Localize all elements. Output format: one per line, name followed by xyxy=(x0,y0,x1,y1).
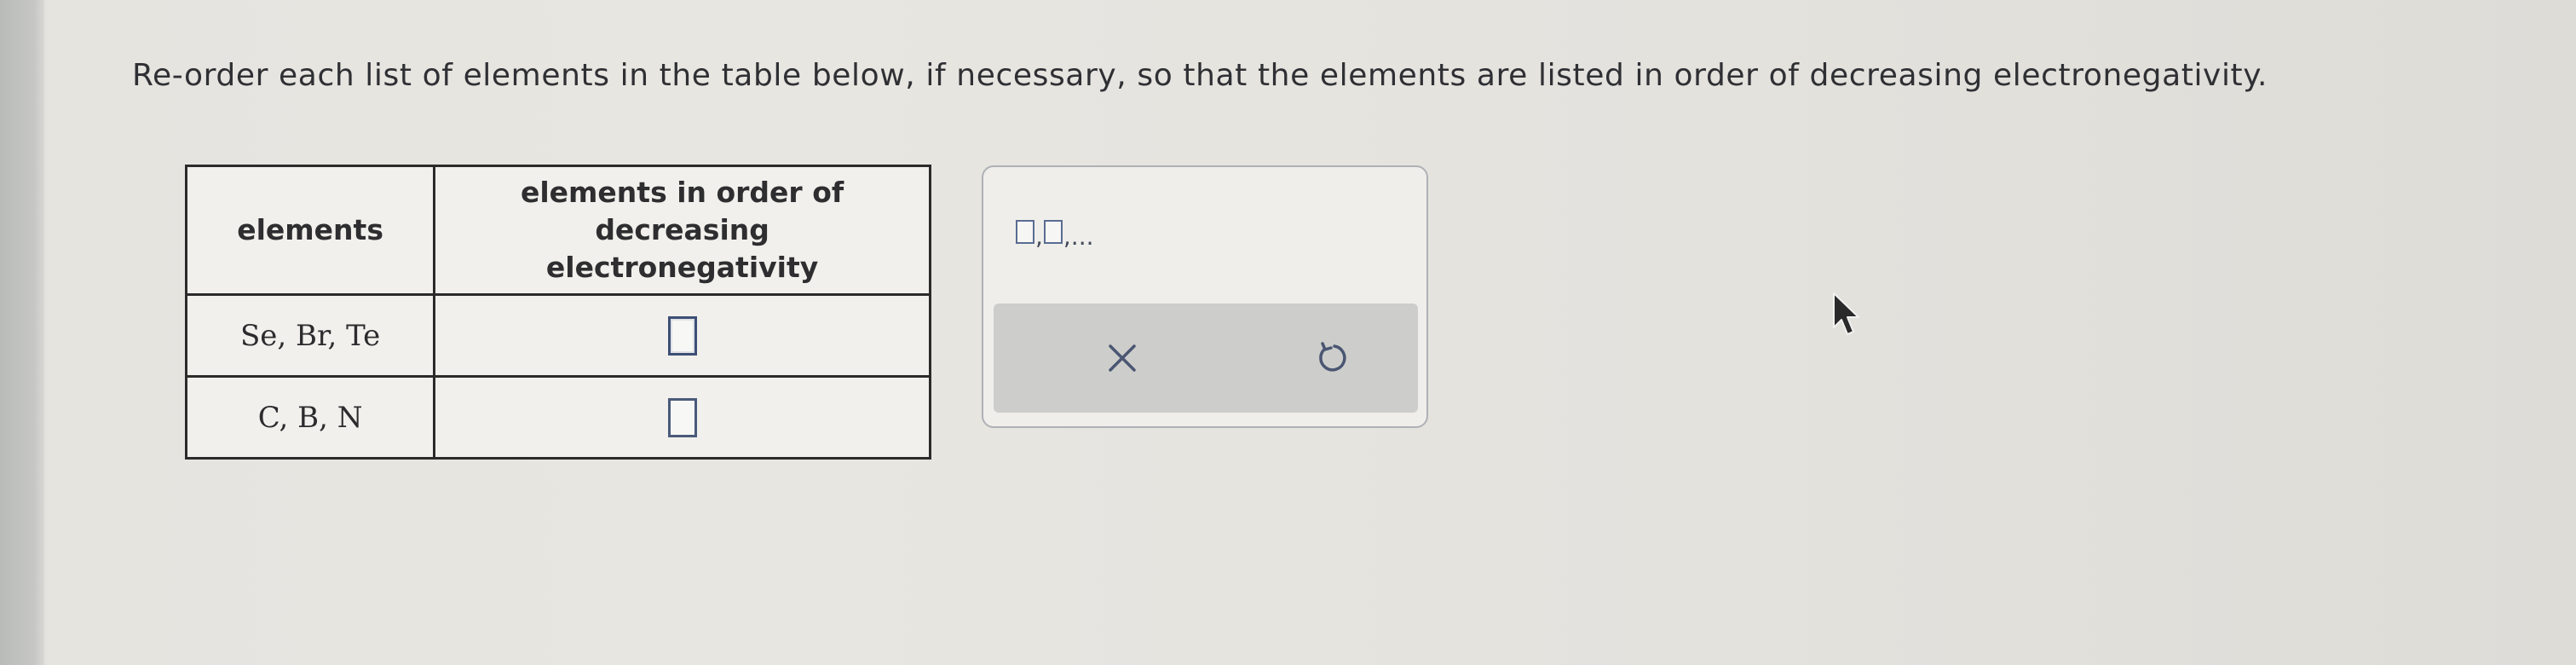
table-row: C, B, N xyxy=(184,375,931,460)
clear-button[interactable] xyxy=(1092,327,1153,389)
action-bar xyxy=(994,304,1418,413)
table-header-row: elements elements in order of decreasing… xyxy=(184,165,931,296)
undo-icon xyxy=(1319,342,1346,372)
answer-input-box[interactable] xyxy=(667,397,697,437)
row-answer-cell xyxy=(433,375,931,460)
row-elements-cell: C, B, N xyxy=(184,375,436,460)
left-edge-strip xyxy=(0,0,44,665)
mouse-pointer-icon xyxy=(1833,292,1859,335)
header-ordered-elements: elements in order of decreasing electron… xyxy=(433,165,931,296)
header-elements: elements xyxy=(184,165,436,296)
x-icon xyxy=(1109,344,1136,372)
row-elements-cell: Se, Br, Te xyxy=(184,293,436,378)
list-template-button[interactable]: , ,... xyxy=(1016,213,1095,251)
row-answer-cell xyxy=(433,293,931,378)
template-suffix: ,... xyxy=(1063,223,1094,251)
template-comma: , xyxy=(1035,223,1043,251)
answer-input-box[interactable] xyxy=(667,315,697,356)
elements-table: elements elements in order of decreasing… xyxy=(184,165,931,460)
template-box-icon xyxy=(1016,220,1034,244)
page: { "question": { "text": "Re-order each l… xyxy=(0,0,2576,665)
question-text: Re-order each list of elements in the ta… xyxy=(132,58,2268,93)
answer-tool-panel: , ,... xyxy=(982,165,1428,428)
reset-button[interactable] xyxy=(1302,327,1363,389)
table-row: Se, Br, Te xyxy=(184,293,931,378)
template-box-icon xyxy=(1043,220,1063,244)
header-ordered-label: elements in order of decreasing electron… xyxy=(520,176,844,284)
